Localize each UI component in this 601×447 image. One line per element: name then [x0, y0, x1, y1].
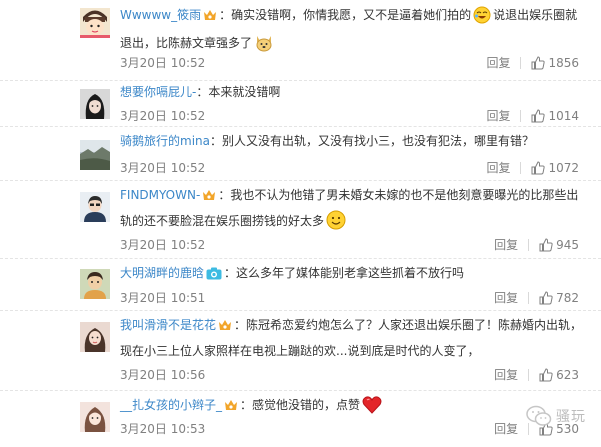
comment-meta: 3月20日 10:53 回复 530 — [120, 420, 579, 438]
comment-time: 3月20日 10:51 — [120, 291, 206, 305]
avatar[interactable] — [80, 322, 110, 352]
username-link[interactable]: 想要你嗝屁儿- — [120, 85, 196, 99]
divider — [528, 291, 530, 304]
avatar[interactable] — [80, 8, 110, 38]
comment-item: __扎女孩的小辫子_ ：感觉他没错的，点赞 3月20日 10:53 回复 530 — [0, 390, 601, 447]
comment-meta: 3月20日 10:51 回复 782 — [120, 289, 579, 307]
avatar[interactable] — [80, 269, 110, 299]
reply-button[interactable]: 回复 — [494, 366, 518, 383]
like-count: 1856 — [548, 55, 579, 70]
like-button[interactable]: 1014 — [531, 109, 579, 123]
comment-item: 我叫滑滑不是花花 ：陈冠希恋爱约炮怎么了？人家还退出娱乐圈了！陈赫婚内出轨，现在小… — [0, 310, 601, 391]
thumbs-up-icon — [531, 108, 546, 122]
like-button[interactable]: 782 — [539, 291, 579, 305]
avatar[interactable] — [80, 402, 110, 432]
comment-actions: 回复 1856 — [486, 54, 579, 71]
wechat-logo-icon — [526, 405, 552, 426]
divider — [520, 161, 522, 174]
thumbs-up-icon — [531, 55, 546, 69]
comment-time: 3月20日 10:56 — [120, 368, 206, 382]
like-count: 1072 — [548, 160, 579, 175]
username-link[interactable]: __扎女孩的小辫子_ — [120, 398, 222, 412]
comment-actions: 回复 623 — [494, 366, 579, 383]
thumbs-up-icon — [539, 290, 553, 304]
avatar[interactable] — [80, 89, 110, 119]
comment-text: __扎女孩的小辫子_ ：感觉他没错的，点赞 — [120, 394, 589, 422]
like-count: 782 — [556, 290, 579, 305]
vip-badge-icon — [203, 7, 217, 30]
like-button[interactable]: 1072 — [531, 161, 579, 175]
comment-body: 骑鹅旅行的mina：别人又没有出轨，又没有找小三，也没有犯法，哪里有错？ — [120, 130, 589, 153]
comment-body: FINDMYOWN- ：我也不认为他错了男未婚女未嫁的也不是他刻意要曝光的比那些出… — [120, 184, 589, 238]
thumbs-up-icon — [539, 367, 553, 381]
camera-badge-icon — [206, 265, 222, 288]
divider — [528, 368, 530, 381]
comment-meta: 3月20日 10:52 回复 945 — [120, 236, 579, 254]
reply-button[interactable]: 回复 — [486, 159, 510, 176]
reply-button[interactable]: 回复 — [486, 54, 510, 71]
divider — [520, 56, 522, 69]
comment-meta: 3月20日 10:52 回复 1014 — [120, 107, 579, 125]
vip-badge-icon — [202, 187, 216, 210]
comment-text: 我叫滑滑不是花花 ：陈冠希恋爱约炮怎么了？人家还退出娱乐圈了！陈赫婚内出轨，现在小… — [120, 317, 583, 358]
reply-button[interactable]: 回复 — [494, 289, 518, 306]
comment-actions: 回复 782 — [494, 289, 579, 306]
comment-item: Wwwww_筱雨 ：确实没错啊，你情我愿，又不是逼着她们拍的 说退出娱乐圈就退出，比… — [0, 0, 601, 81]
comment-time: 3月20日 10:52 — [120, 56, 206, 70]
watermark: 骚玩 — [526, 405, 586, 427]
comment-item: 骑鹅旅行的mina：别人又没有出轨，又没有找小三，也没有犯法，哪里有错？ 3月2… — [0, 126, 601, 181]
comment-actions: 回复 1072 — [486, 159, 579, 176]
vip-badge-icon — [224, 397, 238, 420]
like-button[interactable]: 623 — [539, 368, 579, 382]
comment-text: 骑鹅旅行的mina：别人又没有出轨，又没有找小三，也没有犯法，哪里有错？ — [120, 134, 534, 148]
comment-text: 大明湖畔的鹿晗 ：这么多年了媒体能别老拿这些抓着不放行吗 — [120, 262, 589, 288]
divider — [528, 238, 530, 251]
comment-text: 想要你嗝屁儿-：本来就没错啊 — [120, 85, 281, 99]
comment-actions: 回复 1014 — [486, 107, 579, 124]
thumbs-up-icon — [539, 237, 553, 251]
comment-body: 我叫滑滑不是花花 ：陈冠希恋爱约炮怎么了？人家还退出娱乐圈了！陈赫婚内出轨，现在小… — [120, 314, 589, 363]
divider — [520, 109, 522, 122]
comment-meta: 3月20日 10:52 回复 1856 — [120, 54, 579, 72]
smile-emoji-icon — [326, 210, 346, 238]
comment-item: 大明湖畔的鹿晗 ：这么多年了媒体能别老拿这些抓着不放行吗 3月20日 10:51 … — [0, 258, 601, 311]
reply-button[interactable]: 回复 — [494, 420, 518, 437]
comment-text: Wwwww_筱雨 ：确实没错啊，你情我愿，又不是逼着她们拍的 说退出娱乐圈就退出，比… — [120, 4, 589, 60]
comment-time: 3月20日 10:52 — [120, 161, 206, 175]
heart-emoji-icon — [362, 396, 382, 422]
like-count: 623 — [556, 367, 579, 382]
username-link[interactable]: 大明湖畔的鹿晗 — [120, 266, 204, 280]
username-link[interactable]: 我叫滑滑不是花花 — [120, 318, 216, 332]
username-link[interactable]: 骑鹅旅行的mina — [120, 134, 210, 148]
like-count: 945 — [556, 237, 579, 252]
reply-button[interactable]: 回复 — [486, 107, 510, 124]
comment-time: 3月20日 10:52 — [120, 109, 206, 123]
vip-badge-icon — [218, 317, 232, 340]
comment-body: 想要你嗝屁儿-：本来就没错啊 — [120, 81, 589, 104]
comment-meta: 3月20日 10:52 回复 1072 — [120, 159, 579, 177]
comment-body: Wwwww_筱雨 ：确实没错啊，你情我愿，又不是逼着她们拍的 说退出娱乐圈就退出，比… — [120, 4, 589, 60]
comment-text: FINDMYOWN- ：我也不认为他错了男未婚女未嫁的也不是他刻意要曝光的比那些出… — [120, 184, 589, 238]
comment-time: 3月20日 10:52 — [120, 238, 206, 252]
comment-body: 大明湖畔的鹿晗 ：这么多年了媒体能别老拿这些抓着不放行吗 — [120, 262, 589, 288]
username-link[interactable]: FINDMYOWN- — [120, 188, 200, 202]
comment-body: __扎女孩的小辫子_ ：感觉他没错的，点赞 — [120, 394, 589, 422]
watermark-text: 骚玩 — [556, 409, 586, 425]
thumbs-up-icon — [531, 160, 546, 174]
comment-meta: 3月20日 10:56 回复 623 — [120, 366, 579, 384]
comment-item: FINDMYOWN- ：我也不认为他错了男未婚女未嫁的也不是他刻意要曝光的比那些出… — [0, 180, 601, 259]
like-button[interactable]: 1856 — [531, 56, 579, 70]
username-link[interactable]: Wwwww_筱雨 — [120, 8, 201, 22]
reply-button[interactable]: 回复 — [494, 236, 518, 253]
comment-time: 3月20日 10:53 — [120, 422, 206, 436]
avatar[interactable] — [80, 140, 110, 170]
comment-actions: 回复 945 — [494, 236, 579, 253]
like-button[interactable]: 945 — [539, 238, 579, 252]
avatar[interactable] — [80, 192, 110, 222]
like-count: 1014 — [548, 108, 579, 123]
laughing-emoji-icon — [473, 6, 491, 32]
comment-item: 想要你嗝屁儿-：本来就没错啊 3月20日 10:52 回复 1014 — [0, 80, 601, 127]
